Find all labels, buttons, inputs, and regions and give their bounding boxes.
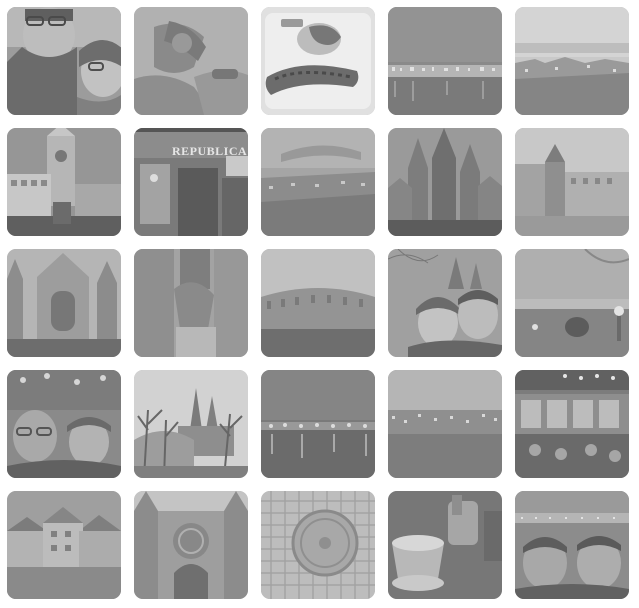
gothic-facade-icon [7, 249, 121, 357]
photo-tile[interactable] [7, 249, 121, 357]
photo-tile[interactable]: REPUBLICA [134, 128, 248, 236]
couple-castle-selfie-icon [388, 249, 502, 357]
photo-tile[interactable] [515, 249, 629, 357]
photo-tile[interactable] [261, 7, 375, 115]
mulled-wine-cup-icon [388, 491, 502, 599]
photo-tile[interactable] [7, 491, 121, 599]
photo-tile[interactable] [515, 7, 629, 115]
rose-window-facade-icon [134, 491, 248, 599]
photo-tile[interactable] [515, 128, 629, 236]
photo-tile[interactable] [515, 370, 629, 478]
photo-tile[interactable] [388, 370, 502, 478]
photo-tile[interactable] [134, 7, 248, 115]
dusk-city-panorama-icon [515, 7, 629, 115]
photo-tile[interactable] [515, 491, 629, 599]
photo-tile[interactable] [388, 128, 502, 236]
riverside-dusk-icon [388, 370, 502, 478]
photo-tile[interactable] [261, 491, 375, 599]
photo-tile[interactable] [7, 370, 121, 478]
cathedral-icon [388, 128, 502, 236]
selfie-river-icon [515, 491, 629, 599]
photo-tile[interactable] [134, 491, 248, 599]
barrel-viewpoint-icon [515, 249, 629, 357]
restaurant-entrance-icon [134, 128, 248, 236]
rooftops-icon [7, 491, 121, 599]
hands-gloves-icon [134, 7, 248, 115]
clock-tower-icon [7, 128, 121, 236]
manhole-cobblestone-icon [261, 491, 375, 599]
photo-tile[interactable] [261, 128, 375, 236]
palace-courtyard-icon [261, 249, 375, 357]
city-view-icon [261, 128, 375, 236]
photo-tile[interactable] [134, 249, 248, 357]
photo-tile[interactable] [7, 128, 121, 236]
statue-building-icon [134, 249, 248, 357]
photo-tile[interactable] [388, 7, 502, 115]
castle-trees-icon [134, 370, 248, 478]
photo-tile[interactable] [388, 249, 502, 357]
christmas-market-icon [515, 370, 629, 478]
night-city-river-icon [388, 7, 502, 115]
photo-grid: REPUBLICA [7, 7, 629, 599]
food-plate-sausage-icon [261, 7, 375, 115]
photo-tile[interactable] [388, 491, 502, 599]
photo-tile[interactable] [261, 370, 375, 478]
photo-tile[interactable] [261, 249, 375, 357]
square-church-icon [515, 128, 629, 236]
photo-tile[interactable] [134, 370, 248, 478]
selfie-market-icon [7, 370, 121, 478]
photo-tile[interactable] [7, 7, 121, 115]
bridge-night-icon [261, 370, 375, 478]
selfie-couple-glasses-icon [7, 7, 121, 115]
